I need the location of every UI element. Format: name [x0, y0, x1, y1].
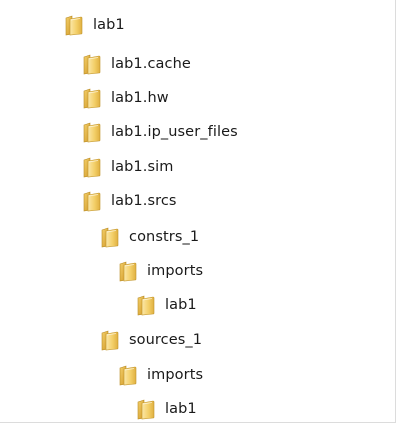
tree-item-label: lab1.hw — [111, 90, 169, 106]
tree-item-label: lab1 — [165, 297, 197, 313]
tree-item-constrs-1[interactable]: constrs_1 — [100, 224, 199, 250]
tree-item-label: lab1.sim — [111, 159, 174, 175]
tree-item-lab1-sim[interactable]: lab1.sim — [82, 154, 173, 180]
tree-item-lab1[interactable]: lab1 — [64, 12, 125, 38]
tree-item-label: lab1.ip_user_files — [111, 124, 238, 140]
tree-item-label: sources_1 — [129, 332, 203, 348]
folder-icon — [101, 330, 119, 351]
folder-icon — [83, 122, 101, 143]
folder-icon — [119, 365, 137, 386]
tree-item-imports[interactable]: imports — [118, 362, 203, 388]
folder-icon — [137, 295, 155, 316]
tree-item-label: lab1 — [165, 401, 197, 417]
tree-item-lab1-hw[interactable]: lab1.hw — [82, 85, 169, 111]
folder-icon — [83, 54, 101, 75]
tree-item-label: imports — [147, 263, 204, 279]
tree-item-label: constrs_1 — [129, 229, 200, 245]
tree-item-lab1[interactable]: lab1 — [136, 292, 197, 318]
folder-icon — [137, 399, 155, 420]
tree-item-lab1-cache[interactable]: lab1.cache — [82, 51, 191, 77]
folder-tree: lab1 lab1.cache lab1.hw lab1.ip_user_fil… — [0, 0, 396, 423]
folder-icon — [101, 227, 119, 248]
folder-icon — [83, 191, 101, 212]
tree-item-label: lab1.srcs — [111, 193, 177, 209]
tree-item-lab1-ip-user-files[interactable]: lab1.ip_user_files — [82, 119, 238, 145]
folder-icon — [119, 261, 137, 282]
tree-item-lab1[interactable]: lab1 — [136, 396, 197, 422]
tree-item-sources-1[interactable]: sources_1 — [100, 327, 202, 353]
folder-icon — [65, 15, 83, 36]
tree-item-label: imports — [147, 367, 204, 383]
tree-item-label: lab1 — [93, 17, 125, 33]
tree-item-label: lab1.cache — [111, 56, 191, 72]
tree-item-lab1-srcs[interactable]: lab1.srcs — [82, 188, 177, 214]
folder-icon — [83, 157, 101, 178]
folder-icon — [83, 88, 101, 109]
tree-item-imports[interactable]: imports — [118, 258, 203, 284]
